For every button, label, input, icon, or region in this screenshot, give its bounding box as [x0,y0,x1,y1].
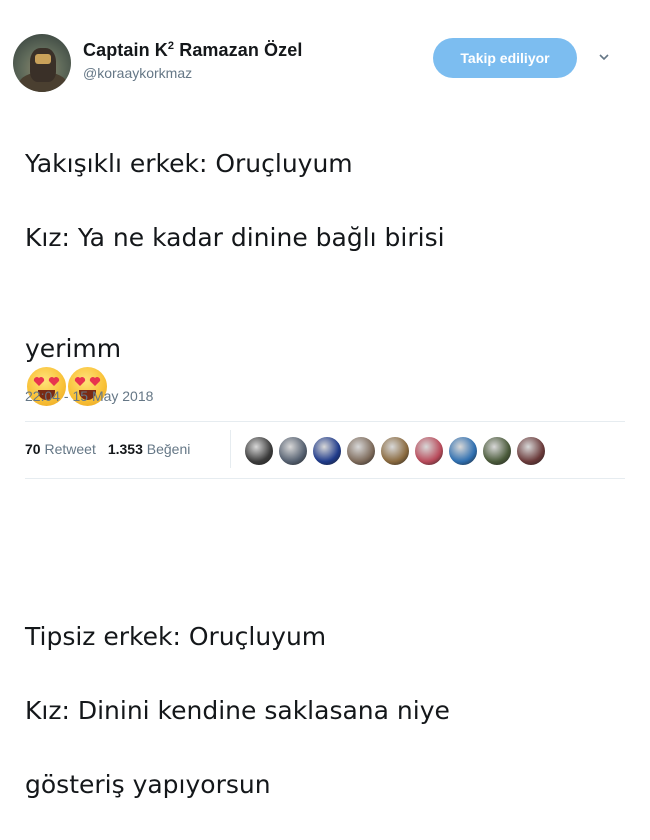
liker-avatar[interactable] [448,436,478,466]
author-names: Captain K2 Ramazan Özel @koraaykorkmaz [83,40,302,81]
chevron-down-icon[interactable] [599,52,609,62]
tweet-line: Tipsiz erkek: Oruçluyum [25,622,327,651]
liker-avatar[interactable] [380,436,410,466]
liker-avatar[interactable] [278,436,308,466]
tweet-line: Kız: Ya ne kadar dinine bağlı birisi [25,223,445,252]
stats-separator [230,430,231,468]
avatar[interactable] [13,34,71,92]
tweet-text: Yakışıklı erkek: Oruçluyum Kız: Ya ne ka… [25,108,625,840]
tweet-line: Yakışıklı erkek: Oruçluyum [25,149,353,178]
display-name-rest: Ramazan Özel [174,40,303,60]
following-button[interactable]: Takip ediliyor [433,38,577,78]
liker-avatar[interactable] [516,436,546,466]
display-name[interactable]: Captain K2 Ramazan Özel [83,40,302,61]
tweet-stats: 70 Retweet 1.353 Beğeni [25,441,190,457]
retweet-stat[interactable]: 70 Retweet [25,441,96,457]
liker-avatar[interactable] [414,436,444,466]
tweet-header: Captain K2 Ramazan Özel @koraaykorkmaz T… [13,34,637,94]
divider [25,421,625,422]
liker-avatar[interactable] [346,436,376,466]
like-stat[interactable]: 1.353 Beğeni [108,441,191,457]
liker-avatar[interactable] [312,436,342,466]
tweet-line: gösteriş yapıyorsun [25,770,271,799]
display-name-first: Captain K [83,40,168,60]
liker-avatar[interactable] [482,436,512,466]
tweet-line: Kız: Dinini kendine saklasana niye [25,696,450,725]
liker-avatar[interactable] [244,436,274,466]
handle[interactable]: @koraaykorkmaz [83,65,302,81]
tweet-timestamp[interactable]: 22:04 - 15 May 2018 [25,388,153,404]
divider [25,478,625,479]
